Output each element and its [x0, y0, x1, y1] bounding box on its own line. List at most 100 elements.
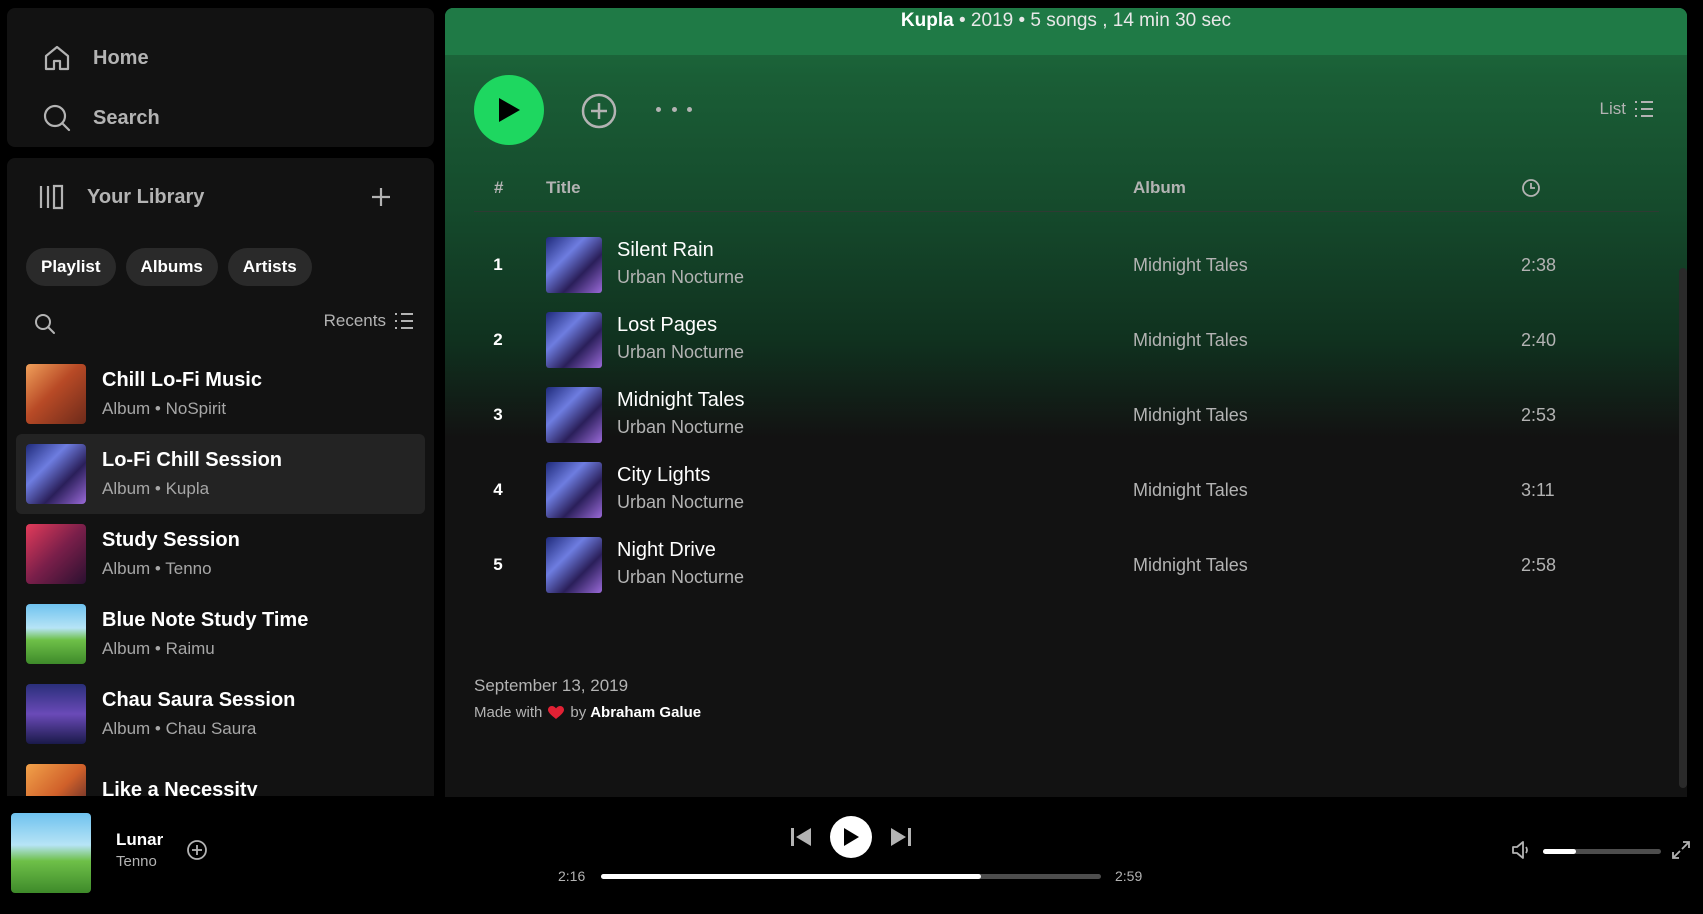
dot-icon [687, 106, 692, 112]
play-icon [844, 828, 859, 846]
track-artist[interactable]: Urban Nocturne [617, 567, 744, 588]
view-toggle-button[interactable]: List [1600, 99, 1654, 119]
add-to-library-icon[interactable] [580, 92, 618, 130]
app-window: Home Search Your Library Playlist Albums… [0, 0, 1703, 914]
track-name[interactable]: Silent Rain [617, 239, 714, 262]
track-album[interactable]: Midnight Tales [1133, 405, 1248, 426]
volume-icon[interactable] [1510, 839, 1532, 861]
library-item-name: Study Session [102, 529, 240, 551]
library-item-meta: Album • Kupla [102, 479, 210, 498]
library-filter-chips: Playlist Albums Artists [26, 248, 312, 286]
track-row[interactable]: 3 Midnight Tales Urban Nocturne Midnight… [474, 377, 1659, 452]
track-artist[interactable]: Urban Nocturne [617, 342, 744, 363]
now-playing-cover[interactable] [11, 813, 91, 893]
time-elapsed: 2:16 [558, 868, 586, 884]
track-name[interactable]: Midnight Tales [617, 389, 744, 412]
dot-icon [671, 106, 677, 112]
library-item[interactable]: Study Session Album • Tenno [16, 514, 425, 594]
fullscreen-icon[interactable] [1671, 840, 1691, 860]
volume-slider[interactable] [1543, 849, 1661, 854]
nav-home-label: Home [93, 46, 149, 69]
track-row[interactable]: 4 City Lights Urban Nocturne Midnight Ta… [474, 452, 1659, 527]
library-item[interactable]: Like a Necessity [16, 754, 425, 796]
track-row[interactable]: 2 Lost Pages Urban Nocturne Midnight Tal… [474, 302, 1659, 377]
track-cover [546, 312, 602, 368]
main-nav: Home Search [7, 8, 434, 147]
list-view-icon [395, 313, 413, 329]
library-item-meta: Album • Chau Saura [102, 719, 257, 738]
track-album[interactable]: Midnight Tales [1133, 555, 1248, 576]
release-date: September 13, 2019 [474, 676, 629, 695]
volume-fill [1543, 849, 1577, 854]
filter-chip-albums[interactable]: Albums [125, 248, 218, 286]
library-item-active[interactable]: Lo-Fi Chill Session Album • Kupla [16, 434, 425, 514]
library-search-row: Recents [7, 306, 434, 342]
library-item-meta: Album • NoSpirit [102, 399, 227, 418]
pause-play-button[interactable] [830, 816, 872, 858]
track-duration: 2:38 [1521, 255, 1557, 275]
now-playing-artist[interactable]: Tenno [116, 853, 157, 870]
album-footer: September 13, 2019 Made with by Abraham … [474, 676, 701, 721]
track-album[interactable]: Midnight Tales [1133, 480, 1248, 501]
track-number: 1 [493, 255, 503, 274]
home-icon [44, 45, 70, 71]
column-duration [1521, 178, 1541, 203]
album-cover [26, 764, 86, 796]
library-item[interactable]: Blue Note Study Time Album • Raimu [16, 594, 425, 674]
playback-progress-bar[interactable] [601, 874, 1101, 879]
play-album-button[interactable] [474, 75, 544, 145]
time-total: 2:59 [1115, 868, 1143, 884]
clock-icon [1522, 179, 1540, 197]
track-duration: 2:58 [1521, 555, 1557, 575]
previous-track-icon[interactable] [788, 824, 814, 850]
add-to-liked-icon[interactable] [186, 839, 208, 861]
library-title[interactable]: Your Library [87, 186, 204, 209]
filter-chip-playlist[interactable]: Playlist [26, 248, 116, 286]
track-row[interactable]: 5 Night Drive Urban Nocturne Midnight Ta… [474, 527, 1659, 602]
track-artist[interactable]: Urban Nocturne [617, 492, 744, 513]
nav-home[interactable]: Home [7, 28, 434, 88]
track-row[interactable]: 1 Silent Rain Urban Nocturne Midnight Ta… [474, 227, 1659, 302]
library-search-icon[interactable] [33, 312, 57, 336]
sort-recents-button[interactable]: Recents [324, 311, 414, 331]
now-playing-title[interactable]: Lunar [116, 830, 163, 850]
library-item-name: Like a Necessity [102, 779, 258, 796]
library-icon[interactable] [37, 182, 67, 212]
action-bar: List [474, 75, 1654, 151]
dot-icon [656, 106, 661, 112]
credit-author-link[interactable]: Abraham Galue [590, 704, 701, 721]
create-playlist-button[interactable] [366, 182, 396, 212]
sort-label: Recents [323, 311, 386, 330]
track-number: 3 [493, 405, 503, 424]
library-panel: Your Library Playlist Albums Artists Rec… [7, 158, 434, 796]
column-title: Title [546, 178, 581, 197]
track-artist[interactable]: Urban Nocturne [617, 267, 744, 288]
library-item[interactable]: Chill Lo-Fi Music Album • NoSpirit [16, 354, 425, 434]
track-cover [546, 537, 602, 593]
track-artist[interactable]: Urban Nocturne [617, 417, 744, 438]
album-cover [26, 364, 86, 424]
more-options-button[interactable] [656, 97, 692, 121]
view-label: List [1599, 99, 1626, 118]
credit-by: by [570, 704, 587, 721]
track-name[interactable]: City Lights [617, 464, 710, 487]
main-scrollbar[interactable] [1679, 268, 1687, 788]
track-duration: 2:53 [1521, 405, 1557, 425]
track-number: 4 [493, 480, 503, 499]
heart-icon [548, 705, 565, 719]
track-name[interactable]: Lost Pages [617, 314, 717, 337]
track-album[interactable]: Midnight Tales [1133, 330, 1248, 351]
track-list: 1 Silent Rain Urban Nocturne Midnight Ta… [474, 212, 1659, 602]
album-summary-bar: Kupla • 2019 • 5 songs , 14 min 30 sec [445, 8, 1687, 55]
track-album[interactable]: Midnight Tales [1133, 255, 1248, 276]
nav-search[interactable]: Search [7, 88, 434, 148]
album-cover [26, 444, 86, 504]
album-artist-link[interactable]: Kupla [901, 10, 954, 31]
library-item[interactable]: Chau Saura Session Album • Chau Saura [16, 674, 425, 754]
track-duration: 2:40 [1521, 330, 1557, 350]
search-icon [43, 104, 71, 132]
next-track-icon[interactable] [888, 824, 914, 850]
filter-chip-artists[interactable]: Artists [227, 248, 312, 286]
track-name[interactable]: Night Drive [617, 539, 716, 562]
credit-prefix: Made with [474, 704, 543, 721]
